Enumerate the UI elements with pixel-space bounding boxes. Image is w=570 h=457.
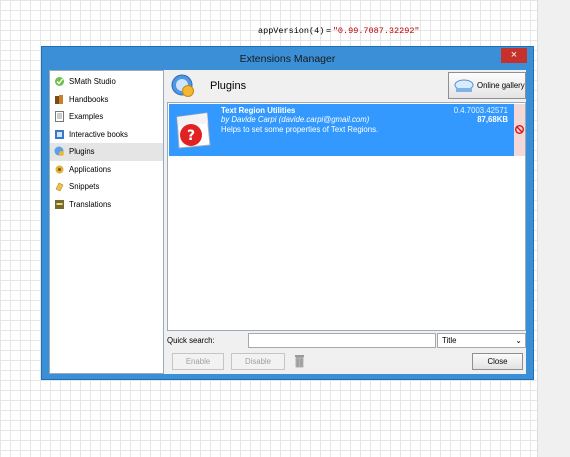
plugins-list: ? Text Region Utilities by Davide Carpi …: [167, 102, 526, 331]
plugin-size: 87,68KB: [477, 115, 508, 124]
plugin-version: 0.4.7003.42571: [453, 106, 508, 115]
online-gallery-label: Online gallery: [477, 81, 525, 90]
enable-button[interactable]: Enable: [172, 353, 224, 370]
sidebar-item-label: Snippets: [69, 182, 100, 192]
window-title: Extensions Manager: [239, 53, 336, 65]
panel-header: Plugins Online gallery: [167, 70, 526, 102]
chevron-down-icon: ⌄: [515, 336, 522, 345]
smath-logo-icon: [55, 77, 64, 87]
sidebar-item-examples[interactable]: Examples: [50, 108, 163, 126]
svg-text:?: ?: [187, 128, 195, 144]
sidebar-item-label: SMath Studio: [69, 77, 116, 87]
remove-icon[interactable]: [515, 125, 524, 134]
plugin-description: Helps to set some properties of Text Reg…: [221, 125, 379, 134]
extensions-manager-window: Extensions Manager × SMath Studio Handbo…: [41, 46, 534, 380]
plugin-name: Text Region Utilities: [221, 106, 296, 115]
close-button[interactable]: Close: [472, 353, 523, 370]
plugin-icon: [54, 146, 64, 157]
worksheet-expression[interactable]: appVersion(4) = "0.99.7087.32292": [258, 26, 420, 36]
sidebar-item-label: Applications: [69, 164, 112, 174]
category-sidebar: SMath Studio Handbooks Examples Interact…: [49, 70, 164, 374]
sidebar-item-handbooks[interactable]: Handbooks: [50, 91, 163, 109]
quick-search-label: Quick search:: [167, 336, 215, 345]
online-gallery-button[interactable]: Online gallery: [448, 72, 526, 99]
plugins-panel: Plugins Online gallery ? Text Region Uti…: [167, 70, 526, 374]
cloud-download-icon: [454, 79, 474, 92]
expression-result: "0.99.7087.32292": [332, 26, 420, 36]
sidebar-item-label: Plugins: [69, 147, 95, 157]
disable-button[interactable]: Disable: [231, 353, 285, 370]
window-titlebar[interactable]: Extensions Manager ×: [42, 47, 533, 71]
sidebar-item-label: Translations: [69, 199, 112, 209]
window-client-area: SMath Studio Handbooks Examples Interact…: [49, 70, 526, 374]
sidebar-item-translations[interactable]: Translations: [50, 196, 163, 214]
applications-icon: [55, 165, 64, 174]
sidebar-item-label: Handbooks: [69, 94, 109, 104]
expression-function: appVersion(4) =: [258, 26, 333, 36]
sidebar-item-snippets[interactable]: Snippets: [50, 178, 163, 196]
document-icon: [55, 111, 64, 123]
plugins-header-icon: [171, 74, 194, 97]
plugin-author: by Davide Carpi (davide.carpi@gmail.com): [221, 115, 370, 124]
translations-icon: [55, 199, 64, 209]
snippets-icon: [55, 182, 64, 192]
panel-title: Plugins: [210, 80, 247, 92]
sidebar-item-label: Examples: [69, 112, 104, 122]
worksheet-right-margin: [537, 0, 570, 457]
quick-search-input[interactable]: [248, 333, 436, 348]
sidebar-item-applications[interactable]: Applications: [50, 161, 163, 179]
interactive-book-icon: [55, 129, 64, 139]
plugin-row-text-region-utilities[interactable]: ? Text Region Utilities by Davide Carpi …: [169, 104, 514, 156]
sidebar-item-interactive-books[interactable]: Interactive books: [50, 126, 163, 144]
sidebar-item-plugins[interactable]: Plugins: [50, 143, 163, 161]
sidebar-item-label: Interactive books: [69, 129, 128, 139]
search-field-selected: Title: [442, 336, 457, 345]
trash-icon[interactable]: [293, 354, 306, 368]
plugin-help-icon: ?: [176, 112, 211, 149]
search-field-select[interactable]: Title ⌄: [437, 333, 526, 348]
books-icon: [55, 94, 63, 104]
plugin-remove-strip[interactable]: [514, 104, 525, 156]
close-window-button[interactable]: ×: [501, 48, 527, 63]
sidebar-item-smath-studio[interactable]: SMath Studio: [50, 73, 163, 91]
